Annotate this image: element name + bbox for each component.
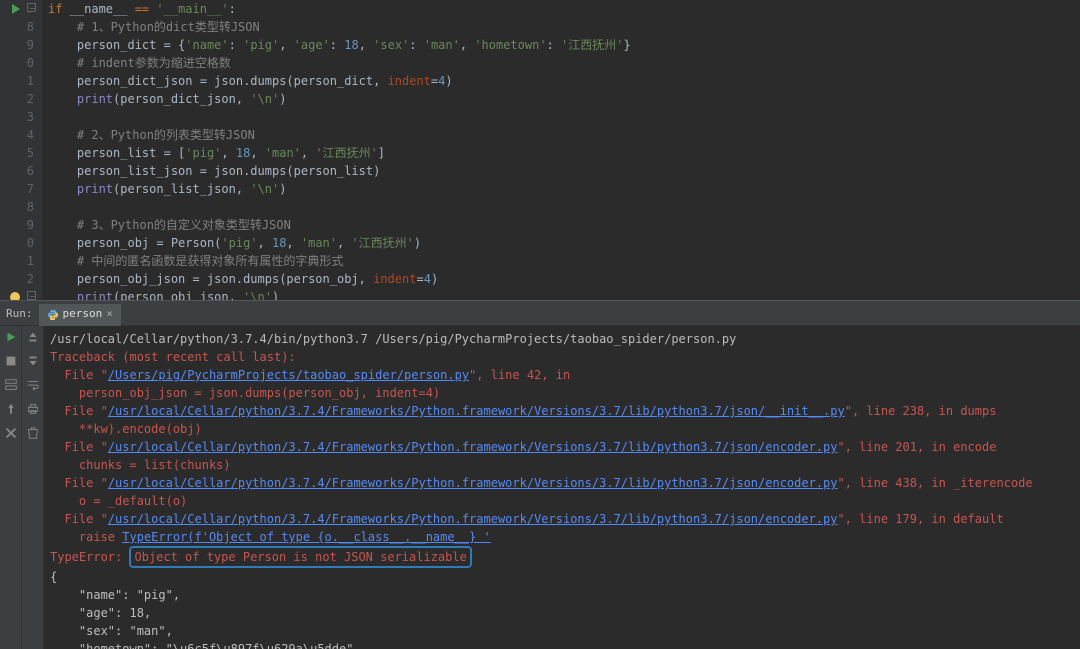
- code-line[interactable]: # 1、Python的dict类型转JSON: [48, 18, 1080, 36]
- fold-icon[interactable]: [27, 291, 36, 300]
- console-output[interactable]: /usr/local/Cellar/python/3.7.4/bin/pytho…: [44, 326, 1080, 649]
- run-line-icon[interactable]: [12, 4, 20, 14]
- down-arrow-icon[interactable]: [26, 354, 40, 368]
- code-line[interactable]: # 2、Python的列表类型转JSON: [48, 126, 1080, 144]
- run-tab-label: person: [63, 306, 103, 323]
- print-icon[interactable]: [26, 402, 40, 416]
- gutter-line[interactable]: 9: [0, 216, 34, 234]
- code-line[interactable]: # 中间的匿名函数是获得对象所有属性的字典形式: [48, 252, 1080, 270]
- close-panel-icon[interactable]: [4, 426, 18, 440]
- soft-wrap-icon[interactable]: [26, 378, 40, 392]
- gutter-line[interactable]: 9: [0, 36, 34, 54]
- editor-gutter: 7890123456789012345: [0, 0, 42, 300]
- code-line[interactable]: person_dict_json = json.dumps(person_dic…: [48, 72, 1080, 90]
- traceback-link[interactable]: /usr/local/Cellar/python/3.7.4/Framework…: [108, 440, 838, 454]
- run-body: /usr/local/Cellar/python/3.7.4/bin/pytho…: [0, 326, 1080, 649]
- gutter-line[interactable]: 5: [0, 144, 34, 162]
- gutter-line[interactable]: 8: [0, 198, 34, 216]
- stop-icon[interactable]: [4, 354, 18, 368]
- traceback-link[interactable]: TypeError(f'Object of type {o.__class__.…: [122, 530, 490, 544]
- code-line[interactable]: person_obj = Person('pig', 18, 'man', '江…: [48, 234, 1080, 252]
- editor-code[interactable]: if __name__ == '__main__': # 1、Python的di…: [42, 0, 1080, 300]
- code-line[interactable]: [48, 198, 1080, 216]
- run-toolbar-left: [0, 326, 22, 649]
- code-line[interactable]: # 3、Python的自定义对象类型转JSON: [48, 216, 1080, 234]
- python-file-icon: [47, 309, 59, 321]
- error-highlight: Object of type Person is not JSON serial…: [129, 546, 471, 568]
- code-line[interactable]: person_dict = {'name': 'pig', 'age': 18,…: [48, 36, 1080, 54]
- code-line[interactable]: print(person_obj_json, '\n'): [48, 288, 1080, 300]
- gutter-line[interactable]: 7: [0, 180, 34, 198]
- gutter-line[interactable]: 3: [0, 108, 34, 126]
- gutter-line[interactable]: 7: [0, 0, 34, 18]
- gutter-line[interactable]: 0: [0, 234, 34, 252]
- gutter-line[interactable]: 1: [0, 72, 34, 90]
- gutter-line[interactable]: 6: [0, 162, 34, 180]
- code-line[interactable]: print(person_dict_json, '\n'): [48, 90, 1080, 108]
- traceback-link[interactable]: /usr/local/Cellar/python/3.7.4/Framework…: [108, 476, 838, 490]
- gutter-line[interactable]: 4: [0, 126, 34, 144]
- code-line[interactable]: if __name__ == '__main__':: [48, 0, 1080, 18]
- bulb-icon[interactable]: [10, 292, 20, 300]
- layout-icon[interactable]: [4, 378, 18, 392]
- fold-icon[interactable]: [27, 3, 36, 12]
- code-line[interactable]: [48, 108, 1080, 126]
- run-toolbar-output: [22, 326, 44, 649]
- code-line[interactable]: person_list = ['pig', 18, 'man', '江西抚州']: [48, 144, 1080, 162]
- gutter-line[interactable]: 8: [0, 18, 34, 36]
- traceback-link[interactable]: /usr/local/Cellar/python/3.7.4/Framework…: [108, 404, 845, 418]
- gutter-line[interactable]: 1: [0, 252, 34, 270]
- gutter-line[interactable]: 3: [0, 288, 34, 300]
- up-arrow-icon[interactable]: [26, 330, 40, 344]
- gutter-line[interactable]: 2: [0, 90, 34, 108]
- traceback-link[interactable]: /Users/pig/PycharmProjects/taobao_spider…: [108, 368, 469, 382]
- code-line[interactable]: person_obj_json = json.dumps(person_obj,…: [48, 270, 1080, 288]
- pin-icon[interactable]: [4, 402, 18, 416]
- traceback-link[interactable]: /usr/local/Cellar/python/3.7.4/Framework…: [108, 512, 838, 526]
- gutter-line[interactable]: 0: [0, 54, 34, 72]
- run-header: Run: person ×: [0, 304, 1080, 326]
- trash-icon[interactable]: [26, 426, 40, 440]
- code-line[interactable]: # indent参数为缩进空格数: [48, 54, 1080, 72]
- rerun-icon[interactable]: [4, 330, 18, 344]
- code-editor[interactable]: 7890123456789012345 if __name__ == '__ma…: [0, 0, 1080, 300]
- run-header-label: Run:: [4, 306, 39, 323]
- close-icon[interactable]: ×: [106, 306, 113, 323]
- code-line[interactable]: person_list_json = json.dumps(person_lis…: [48, 162, 1080, 180]
- run-tab[interactable]: person ×: [39, 304, 121, 326]
- code-line[interactable]: print(person_list_json, '\n'): [48, 180, 1080, 198]
- gutter-line[interactable]: 2: [0, 270, 34, 288]
- run-panel: Run: person ×: [0, 304, 1080, 649]
